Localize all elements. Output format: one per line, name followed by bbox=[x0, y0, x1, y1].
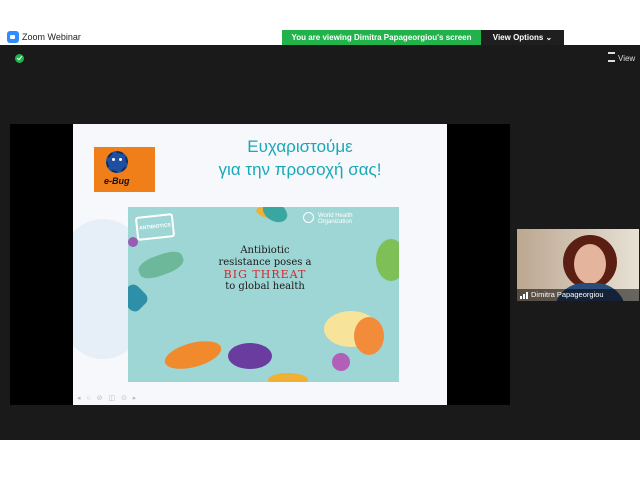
bacteria-shape bbox=[268, 373, 308, 382]
signal-strength-icon bbox=[520, 292, 528, 299]
security-shield-icon[interactable] bbox=[15, 54, 24, 63]
participant-face bbox=[574, 244, 606, 284]
view-button-label: View bbox=[618, 54, 636, 63]
view-button[interactable]: View bbox=[608, 52, 635, 63]
poster-big-threat: BIG THREAT bbox=[223, 268, 307, 281]
zoom-app-icon bbox=[7, 31, 19, 43]
presentation-slide: e-Bug Ευχαριστούμε για την προσοχή σας! bbox=[73, 124, 447, 405]
who-name-line-2: Organization bbox=[318, 219, 353, 225]
grid-icon bbox=[608, 52, 615, 62]
bacteria-shape bbox=[128, 281, 151, 315]
shared-screen: e-Bug Ευχαριστούμε για την προσοχή σας! bbox=[10, 124, 510, 405]
globe-icon bbox=[303, 212, 314, 223]
poster-message: Antibiotic resistance poses a BIG THREAT… bbox=[190, 245, 340, 293]
poster-line-1: Antibiotic bbox=[240, 245, 290, 256]
viewing-screen-label: You are viewing Dimitra Papageorgiou's s… bbox=[282, 30, 481, 45]
who-logo: World Health Organization bbox=[303, 212, 353, 225]
window-title: Zoom Webinar bbox=[22, 32, 81, 42]
meeting-stage: View e-Bug Ευχαριστούμε για την προσοχή … bbox=[0, 45, 640, 440]
ebug-logo: e-Bug bbox=[94, 147, 155, 192]
heading-line-1: Ευχαριστούμε bbox=[247, 137, 353, 156]
bug-icon bbox=[106, 151, 128, 173]
view-options-button[interactable]: View Options ⌄ bbox=[481, 30, 564, 45]
bacteria-shape bbox=[376, 239, 399, 281]
bacteria-shape bbox=[135, 247, 187, 283]
participant-name-label: Dimitra Papageorgiou bbox=[517, 289, 639, 301]
ebug-logo-text: e-Bug bbox=[104, 176, 130, 186]
poster-line-4: to global health bbox=[225, 281, 305, 292]
heading-line-2: για την προσοχή σας! bbox=[218, 160, 382, 179]
screen-share-banner: You are viewing Dimitra Papageorgiou's s… bbox=[282, 30, 564, 45]
antibiotics-badge: ANTIBIOTICS bbox=[134, 213, 176, 241]
slideshow-controls[interactable]: ◂ ○ ⊘ ◫ ⊙ ▸ bbox=[77, 394, 138, 402]
bacteria-shape bbox=[161, 335, 225, 375]
participant-name: Dimitra Papageorgiou bbox=[531, 290, 604, 299]
bacteria-shape bbox=[354, 317, 384, 355]
slide-heading: Ευχαριστούμε για την προσοχή σας! bbox=[185, 135, 415, 181]
bacteria-shape bbox=[332, 353, 350, 371]
bacteria-shape bbox=[228, 343, 272, 369]
who-poster: ANTIBIOTICS World Health Organization An… bbox=[128, 207, 399, 382]
participant-video[interactable]: Dimitra Papageorgiou bbox=[517, 229, 639, 301]
